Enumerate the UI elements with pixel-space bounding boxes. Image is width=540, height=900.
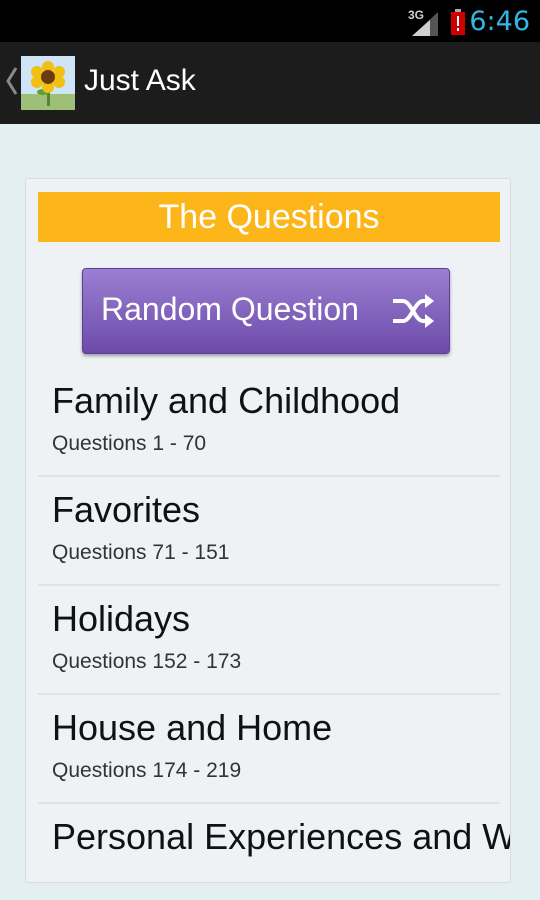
- topic-name: Family and Childhood: [52, 380, 401, 421]
- list-item[interactable]: Family and Childhood Questions 1 - 70: [38, 368, 500, 477]
- topic-name: House and Home: [52, 707, 333, 748]
- clock: 6:46: [469, 6, 530, 37]
- list-item[interactable]: Favorites Questions 71 - 151: [38, 477, 500, 586]
- sunflower-icon[interactable]: [21, 56, 75, 110]
- topic-name: Personal Experiences and Well Being: [52, 816, 510, 857]
- list-item[interactable]: House and Home Questions 174 - 219: [38, 695, 500, 804]
- shuffle-icon: [393, 294, 434, 328]
- battery-alert-icon: [451, 9, 465, 35]
- questions-card: The Questions Random Question Family and…: [25, 178, 511, 883]
- topic-name: Favorites: [52, 489, 201, 530]
- topic-range: Questions 71 - 151: [52, 541, 230, 564]
- action-bar: Just Ask: [0, 42, 540, 124]
- topic-range: Questions 174 - 219: [52, 759, 242, 782]
- list-item[interactable]: Holidays Questions 152 - 173: [38, 586, 500, 695]
- topic-range: Questions 1 - 70: [52, 432, 207, 455]
- list-item[interactable]: Personal Experiences and Well Being: [38, 804, 510, 882]
- random-question-label: Random Question: [101, 291, 359, 327]
- section-title: The Questions: [38, 192, 500, 242]
- topic-name: Holidays: [52, 598, 191, 639]
- topic-list: Family and Childhood Questions 1 - 70 Fa…: [38, 368, 510, 882]
- status-bar: 3G 6:46: [0, 0, 540, 42]
- signal-icon: [412, 12, 438, 36]
- topic-range: Questions 152 - 173: [52, 650, 242, 673]
- app-title: Just Ask: [84, 64, 196, 97]
- chevron-left-icon[interactable]: [5, 64, 19, 98]
- random-question-button[interactable]: Random Question: [82, 268, 450, 354]
